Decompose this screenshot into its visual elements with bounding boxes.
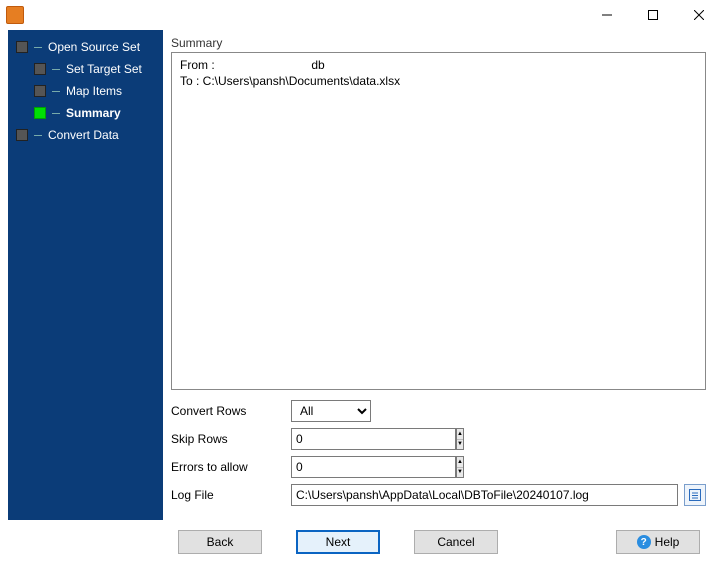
titlebar — [0, 0, 722, 30]
help-label: Help — [655, 535, 680, 549]
maximize-button[interactable] — [630, 0, 676, 30]
spin-up-icon[interactable]: ▲ — [457, 429, 463, 440]
skip-rows-label: Skip Rows — [171, 432, 291, 446]
minimize-button[interactable] — [584, 0, 630, 30]
close-button[interactable] — [676, 0, 722, 30]
step-marker-icon — [34, 85, 46, 97]
step-marker-icon — [34, 63, 46, 75]
step-convert-data[interactable]: Convert Data — [8, 124, 163, 146]
help-icon: ? — [637, 535, 651, 549]
errors-allow-spinner[interactable]: ▲ ▼ — [291, 456, 371, 478]
wizard-steps-sidebar: Open Source Set Set Target Set Map Items… — [8, 30, 163, 520]
cancel-button[interactable]: Cancel — [414, 530, 498, 554]
summary-textarea[interactable]: From : db To : C:\Users\pansh\Documents\… — [171, 52, 706, 390]
section-title: Summary — [171, 36, 706, 50]
step-label: Summary — [66, 106, 121, 120]
spin-up-icon[interactable]: ▲ — [457, 457, 463, 468]
log-file-label: Log File — [171, 488, 291, 502]
skip-rows-input[interactable] — [291, 428, 456, 450]
step-summary[interactable]: Summary — [8, 102, 163, 124]
skip-rows-spinner[interactable]: ▲ ▼ — [291, 428, 371, 450]
step-label: Open Source Set — [48, 40, 140, 54]
errors-allow-input[interactable] — [291, 456, 456, 478]
step-marker-icon — [16, 129, 28, 141]
step-map-items[interactable]: Map Items — [8, 80, 163, 102]
next-button[interactable]: Next — [296, 530, 380, 554]
step-marker-icon — [16, 41, 28, 53]
spin-down-icon[interactable]: ▼ — [457, 440, 463, 450]
step-open-source-set[interactable]: Open Source Set — [8, 36, 163, 58]
step-marker-icon — [34, 107, 46, 119]
wizard-button-row: Back Next Cancel ? Help — [8, 520, 714, 564]
errors-allow-label: Errors to allow — [171, 460, 291, 474]
step-label: Convert Data — [48, 128, 119, 142]
step-label: Set Target Set — [66, 62, 142, 76]
help-button[interactable]: ? Help — [616, 530, 700, 554]
spin-down-icon[interactable]: ▼ — [457, 468, 463, 478]
convert-rows-label: Convert Rows — [171, 404, 291, 418]
log-file-input[interactable] — [291, 484, 678, 506]
back-button[interactable]: Back — [178, 530, 262, 554]
step-label: Map Items — [66, 84, 122, 98]
browse-log-button[interactable] — [684, 484, 706, 506]
step-set-target-set[interactable]: Set Target Set — [8, 58, 163, 80]
browse-icon — [688, 488, 702, 502]
convert-rows-select[interactable]: All — [291, 400, 371, 422]
app-icon — [6, 6, 24, 24]
main-pane: Summary From : db To : C:\Users\pansh\Do… — [163, 30, 714, 520]
